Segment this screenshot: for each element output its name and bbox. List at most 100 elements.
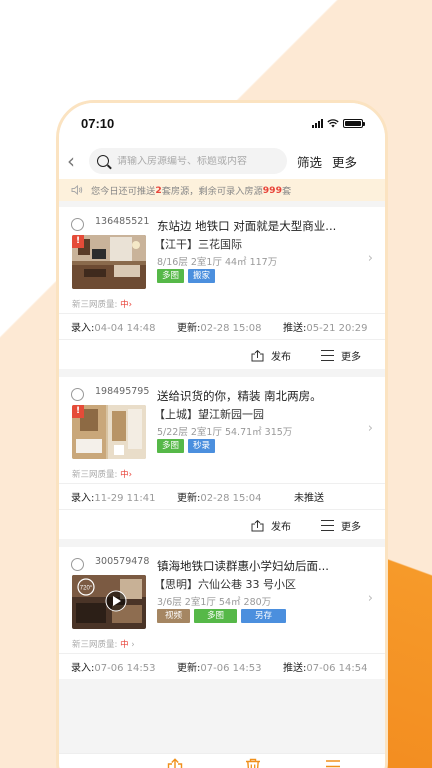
update-date: 02-28 15:04 [200,493,262,504]
update-label: 更新: [177,663,201,674]
quality-value: 中 [120,300,129,310]
living-room-photo-icon[interactable]: ! [72,235,146,289]
listing-specs: 5/22层 2室1厅 54.71㎡ 315万 [157,427,293,438]
more-actions-button[interactable]: 更多 [321,518,361,533]
quality-info: 新三网质量: 中 › [72,640,135,650]
select-checkbox[interactable] [71,218,84,231]
listing-tags: 多图 搬家 [157,269,216,283]
listing-body[interactable]: 136485521 ! 东站边 地铁口 对面就是大型商业... 【江干】三花国际… [59,207,385,313]
search-input[interactable] [117,155,277,167]
listing-actions: 发布 更多 [59,509,385,539]
status-bar: 07:10 [59,103,385,143]
listing-dates: 录入:11-29 11:41 更新:02-28 15:04 未推送 [59,483,385,509]
bottom-toolbar: 全选 发布 删除 更多 [59,753,385,768]
select-checkbox[interactable] [71,388,84,401]
share-icon [251,519,264,531]
listing-body[interactable]: 300579478 720° 镇海地铁口读群惠小学妇幼后面... 【思明】六仙公… [59,547,385,653]
menu-icon [321,350,334,361]
chevron-right-icon[interactable]: › [368,421,373,436]
warning-icon: ! [72,235,84,248]
tag-badge: 秒录 [188,439,216,453]
publish-button[interactable]: 发布 [251,348,291,363]
share-icon [251,349,264,361]
update-label: 更新: [177,323,201,334]
bulk-delete-button[interactable]: 删除 [243,758,263,768]
svg-text:720°: 720° [80,586,93,592]
listing-id: 300579478 [95,556,150,567]
status-icons [312,118,365,128]
listing-title: 东站边 地铁口 对面就是大型商业... [157,219,337,233]
listing-subtitle: 【江干】三花国际 [154,238,242,251]
listing-body[interactable]: 198495795 ! 送给识货的你，精装 南北两房。 【上城】望江新园一园 5… [59,377,385,483]
battery-icon [343,118,365,128]
listing-subtitle: 【上城】望江新园一园 [154,408,264,421]
publish-button[interactable]: 发布 [251,518,291,533]
bathroom-photo-icon[interactable]: ! [72,405,146,459]
warning-icon: ! [72,405,84,418]
quality-value: 中 [120,470,129,480]
listing-card[interactable]: 136485521 ! 东站边 地铁口 对面就是大型商业... 【江干】三花国际… [59,207,385,369]
tag-badge: 多图 [194,609,238,623]
listing-dates: 录入:07-06 14:53 更新:07-06 14:53 推送:07-06 1… [59,653,385,679]
listing-actions: 发布 更多 [59,339,385,369]
menu-icon [321,520,334,531]
entry-label: 录入: [71,493,95,504]
video-360-photo-icon[interactable]: 720° [72,575,146,629]
search-icon [97,155,109,167]
menu-icon [326,760,340,768]
listing-id: 136485521 [95,216,150,227]
status-time: 07:10 [81,115,115,131]
more-actions-button[interactable]: 更多 [321,348,361,363]
listing-subtitle: 【思明】六仙公巷 33 号小区 [154,578,296,591]
push-date: 05-21 20:29 [306,323,368,334]
update-label: 更新: [177,493,201,504]
filter-button[interactable]: 筛选 [297,152,322,171]
notice-text-mid: 套房源，剩余可录入房源 [161,186,263,197]
listing-card[interactable]: 300579478 720° 镇海地铁口读群惠小学妇幼后面... 【思明】六仙公… [59,547,385,679]
back-icon[interactable]: ‹ [67,151,81,171]
notice-text-post: 套 [281,186,292,197]
search-box[interactable] [89,148,287,174]
tag-badge: 另存 [241,609,287,623]
update-date: 02-28 15:08 [200,323,262,334]
notice-remain-count: 999 [262,184,282,196]
speaker-icon [71,185,83,195]
listing-specs: 3/6层 2室1厅 54㎡ 280万 [157,597,272,608]
tag-badge: 多图 [157,439,185,453]
entry-date: 07-06 14:53 [94,663,156,674]
notice-text-pre: 您今日还可推送 [91,186,156,197]
entry-date: 04-04 14:48 [94,323,156,334]
listing-id: 198495795 [95,386,150,397]
bulk-more-button[interactable]: 更多 [323,758,343,768]
listing-dates: 录入:04-04 14:48 更新:02-28 15:08 推送:05-21 2… [59,313,385,339]
quality-value: 中 [120,640,129,650]
app-screen: 07:10 ‹ 筛选 更多 您今日还可推送2套房源，剩余可录入房源999套 13… [59,103,385,768]
quality-info: 新三网质量: 中› [72,470,132,480]
tag-badge: 视频 [157,609,191,623]
share-icon [167,758,183,768]
push-date: 07-06 14:54 [306,663,368,674]
wifi-icon [327,118,339,127]
quality-info: 新三网质量: 中› [72,300,132,310]
tag-badge: 搬家 [188,269,216,283]
listing-title: 镇海地铁口读群惠小学妇幼后面... [157,559,329,573]
trash-icon [246,758,260,768]
bulk-publish-button[interactable]: 发布 [165,758,185,768]
listing-title: 送给识货的你，精装 南北两房。 [157,389,322,403]
entry-label: 录入: [71,663,95,674]
update-date: 07-06 14:53 [200,663,262,674]
entry-date: 11-29 11:41 [94,493,156,504]
listing-tags: 视频 多图 另存 [157,609,287,623]
select-checkbox[interactable] [71,558,84,571]
signal-icon [312,118,323,128]
listing-card[interactable]: 198495795 ! 送给识货的你，精装 南北两房。 【上城】望江新园一园 5… [59,377,385,539]
chevron-right-icon[interactable]: › [368,591,373,606]
push-status: 未推送 [294,493,324,504]
push-label: 推送: [283,663,307,674]
chevron-right-icon[interactable]: › [368,251,373,266]
search-bar: ‹ 筛选 更多 [59,143,385,179]
more-button[interactable]: 更多 [332,152,357,171]
notice-bar: 您今日还可推送 2 套房源，剩余可录入房源 999 套 [59,179,385,201]
listing-specs: 8/16层 2室1厅 44㎡ 117万 [157,257,278,268]
tag-badge: 多图 [157,269,185,283]
